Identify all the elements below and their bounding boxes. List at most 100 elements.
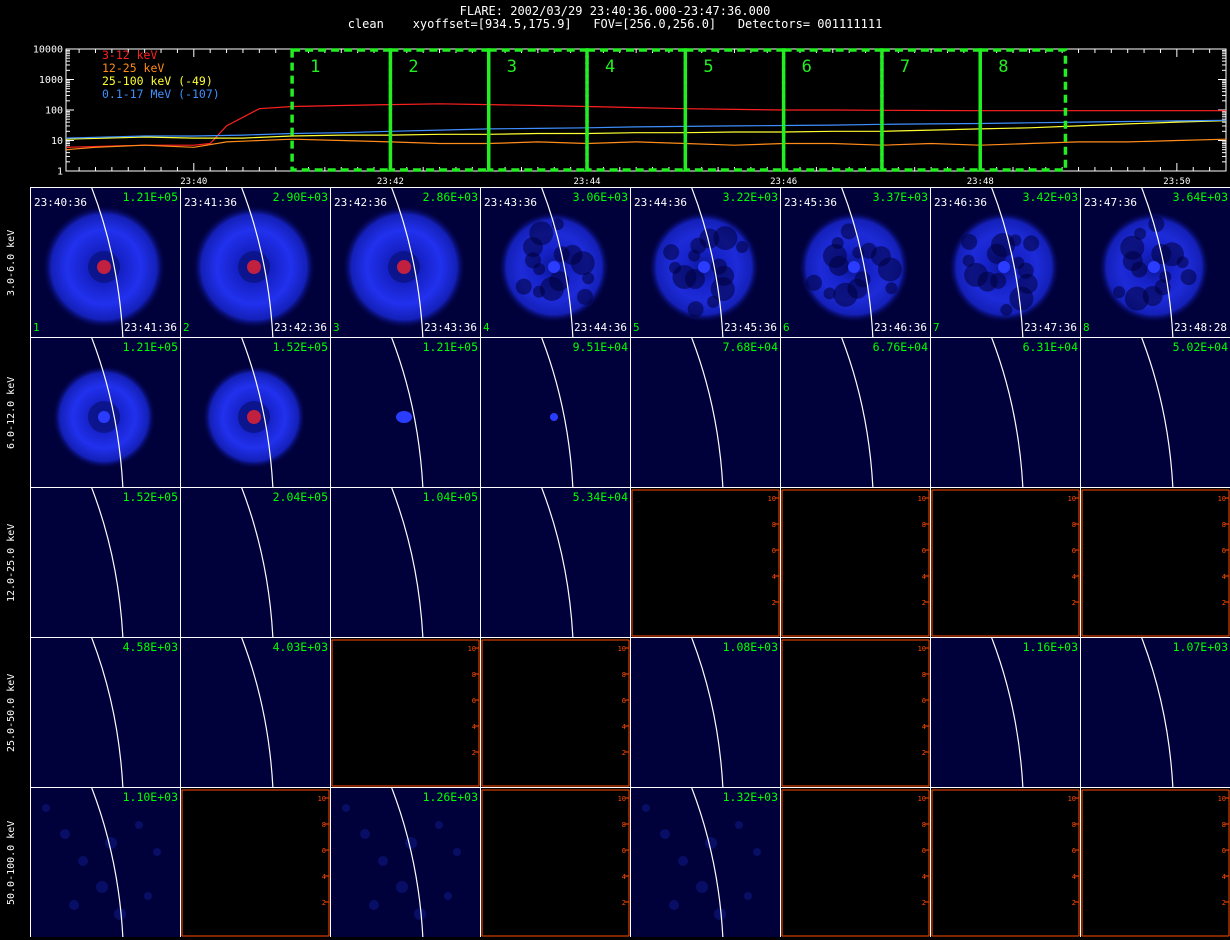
axis-tick-label: 8 (1072, 821, 1076, 829)
solar-limb (991, 638, 1024, 787)
noise-blob (1009, 286, 1034, 311)
peak-value: 4.03E+03 (272, 640, 328, 654)
axis-tick-label: 6 (1222, 547, 1226, 555)
interval-start-time: 23:44:36 (634, 196, 687, 209)
image-cell: 2 4 6 8 10 (780, 637, 930, 787)
peak-value: 7.68E+04 (722, 340, 778, 354)
image-canvas: 2 4 6 8 10 (631, 489, 780, 637)
source-core (247, 260, 261, 274)
noise-blob (823, 287, 836, 300)
image-cell: 2 4 6 8 10 (930, 787, 1080, 937)
noise-blob (1000, 303, 1013, 316)
image-canvas (241, 638, 274, 787)
interval-end-time: 23:44:36 (574, 321, 627, 334)
noise-blob (663, 244, 680, 261)
noise-blob (60, 829, 70, 839)
noise-blob (713, 226, 738, 251)
interval-index: 4 (483, 321, 490, 334)
noise-blob (396, 881, 408, 893)
solar-limb (691, 338, 724, 487)
image-canvas (52, 338, 156, 487)
image-canvas (798, 188, 910, 337)
axis-tick-label: 6 (622, 847, 626, 855)
axis-tick-label: 10 (918, 795, 926, 803)
image-cell: 2 4 6 8 10 (780, 787, 930, 937)
image-canvas (42, 788, 161, 937)
peak-value: 3.06E+03 (572, 190, 628, 204)
image-canvas (541, 338, 574, 487)
image-canvas (91, 638, 124, 787)
interval-end-time: 23:43:36 (424, 321, 477, 334)
axis-tick-label: 4 (1222, 573, 1226, 581)
image-canvas (391, 338, 424, 487)
noise-blob (444, 892, 452, 900)
peak-value: 1.21E+05 (122, 340, 178, 354)
image-cell: 3.06E+03 23:43:36 23:44:36 4 (480, 187, 630, 337)
peak-value: 6.76E+04 (872, 340, 928, 354)
axis-tick-label: 8 (622, 821, 626, 829)
noise-blob (582, 272, 595, 285)
noise-blob (570, 251, 595, 276)
image-cell: 1.21E+05 (330, 337, 480, 487)
axis-tick-label: 2 (1072, 899, 1076, 907)
image-cell: 2 4 6 8 10 (630, 487, 780, 637)
axis-tick-label: 2 (772, 599, 776, 607)
image-canvas (342, 188, 466, 337)
axis-tick-label: 4 (472, 723, 476, 731)
peak-value: 3.42E+03 (1022, 190, 1078, 204)
image-canvas (91, 488, 124, 637)
noise-blob (660, 829, 670, 839)
axis-tick-label: 6 (772, 547, 776, 555)
noise-blob (515, 278, 532, 295)
axis-tick-label: 10 (768, 495, 776, 503)
noise-blob (144, 892, 152, 900)
image-cell: 3.64E+03 23:47:36 23:48:28 8 (1080, 187, 1230, 337)
axis-tick-label: 4 (922, 873, 926, 881)
interval-start-time: 23:43:36 (484, 196, 537, 209)
interval-end-time: 23:48:28 (1174, 321, 1227, 334)
energy-band-label: 12.0-25.0 keV (6, 523, 17, 602)
solar-limb (841, 338, 874, 487)
energy-band-label: 3.0-6.0 keV (6, 229, 17, 296)
source-core (698, 261, 710, 273)
axis-tick-label: 6 (922, 697, 926, 705)
source-core (998, 261, 1010, 273)
axis-tick-label: 10 (918, 645, 926, 653)
image-cell: 1.07E+03 (1080, 637, 1230, 787)
image-cell: 2.90E+03 23:41:36 23:42:36 2 (180, 187, 330, 337)
noise-blob (1009, 234, 1022, 247)
image-canvas (1141, 338, 1174, 487)
image-cell: 2.04E+05 (180, 487, 330, 637)
image-cell: 3.42E+03 23:46:36 23:47:36 7 (930, 187, 1080, 337)
image-cell: 4.03E+03 (180, 637, 330, 787)
axis-tick-label: 2 (922, 749, 926, 757)
peak-value: 1.32E+03 (722, 790, 778, 804)
image-cell: 2 4 6 8 10 (330, 637, 480, 787)
image-canvas: 2 4 6 8 10 (781, 489, 930, 637)
noise-blob (678, 856, 688, 866)
axis-tick-label: 2 (322, 899, 326, 907)
peak-value: 1.08E+03 (722, 640, 778, 654)
axis-tick-label: 6 (1072, 547, 1076, 555)
axis-tick-label: 10 (318, 795, 326, 803)
axis-tick-label: 10 (1068, 795, 1076, 803)
axis-tick-label: 10 (918, 495, 926, 503)
noise-blob (669, 900, 679, 910)
peak-value: 1.21E+05 (422, 340, 478, 354)
axis-tick-label: 4 (1072, 573, 1076, 581)
peak-value: 1.26E+03 (422, 790, 478, 804)
noise-blob (360, 829, 370, 839)
noise-blob (1148, 216, 1165, 233)
image-canvas (498, 188, 610, 337)
axis-tick-label: 8 (622, 671, 626, 679)
image-canvas (691, 638, 724, 787)
interval-end-time: 23:42:36 (274, 321, 327, 334)
peak-value: 2.04E+05 (272, 490, 328, 504)
axis-tick-label: 2 (472, 749, 476, 757)
peak-value: 6.31E+04 (1022, 340, 1078, 354)
image-canvas: 2 4 6 8 10 (331, 639, 480, 787)
noise-blob (1180, 269, 1197, 286)
noise-blob (735, 821, 743, 829)
image-canvas: 2 4 6 8 10 (931, 489, 1080, 637)
image-canvas (691, 338, 724, 487)
